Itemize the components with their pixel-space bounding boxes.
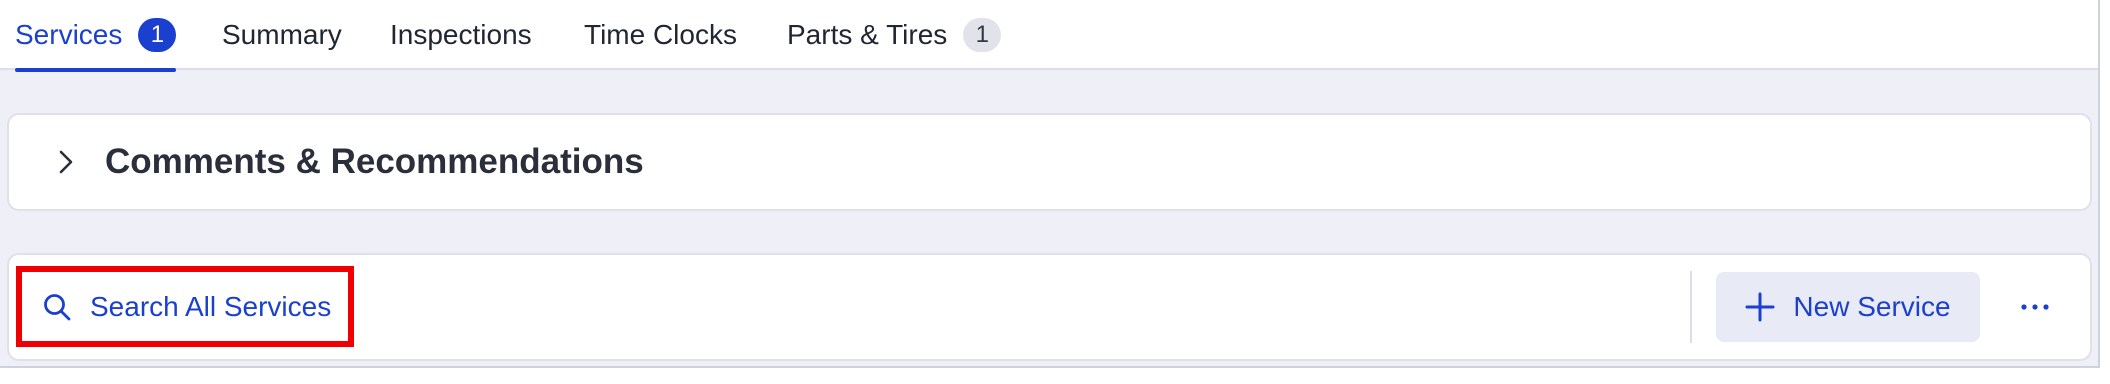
app-frame: Services 1 Summary Inspections Time Cloc… xyxy=(0,0,2100,368)
search-icon xyxy=(44,293,71,320)
more-horizontal-icon xyxy=(2021,304,2049,310)
tab-services-count-badge: 1 xyxy=(138,18,177,52)
tab-time-clocks[interactable]: Time Clocks xyxy=(584,0,737,70)
plus-icon xyxy=(1745,292,1775,322)
tab-inspections[interactable]: Inspections xyxy=(390,0,532,70)
chevron-right-icon xyxy=(59,150,73,174)
tab-parts-tires-count-badge: 1 xyxy=(963,18,1002,52)
tab-summary-label: Summary xyxy=(222,19,342,50)
comments-recommendations-title: Comments & Recommendations xyxy=(105,142,644,181)
search-all-services-label: Search All Services xyxy=(90,290,332,322)
search-all-services-button[interactable]: Search All Services xyxy=(16,266,354,347)
tab-services-label: Services xyxy=(15,19,123,50)
tab-time-clocks-label: Time Clocks xyxy=(584,19,737,50)
new-service-button[interactable]: New Service xyxy=(1716,272,1980,342)
new-service-label: New Service xyxy=(1793,291,1951,322)
comments-recommendations-panel[interactable]: Comments & Recommendations xyxy=(7,113,2092,211)
toolbar-divider xyxy=(1690,271,1692,343)
tab-summary[interactable]: Summary xyxy=(222,0,342,70)
tab-bar: Services 1 Summary Inspections Time Cloc… xyxy=(0,0,2098,72)
active-tab-indicator xyxy=(15,68,177,72)
tab-parts-tires[interactable]: Parts & Tires 1 xyxy=(787,0,1002,70)
tab-parts-tires-label: Parts & Tires xyxy=(787,19,948,50)
tab-services[interactable]: Services 1 xyxy=(15,0,177,72)
more-options-button[interactable] xyxy=(2010,272,2060,342)
tab-inspections-label: Inspections xyxy=(390,19,532,50)
